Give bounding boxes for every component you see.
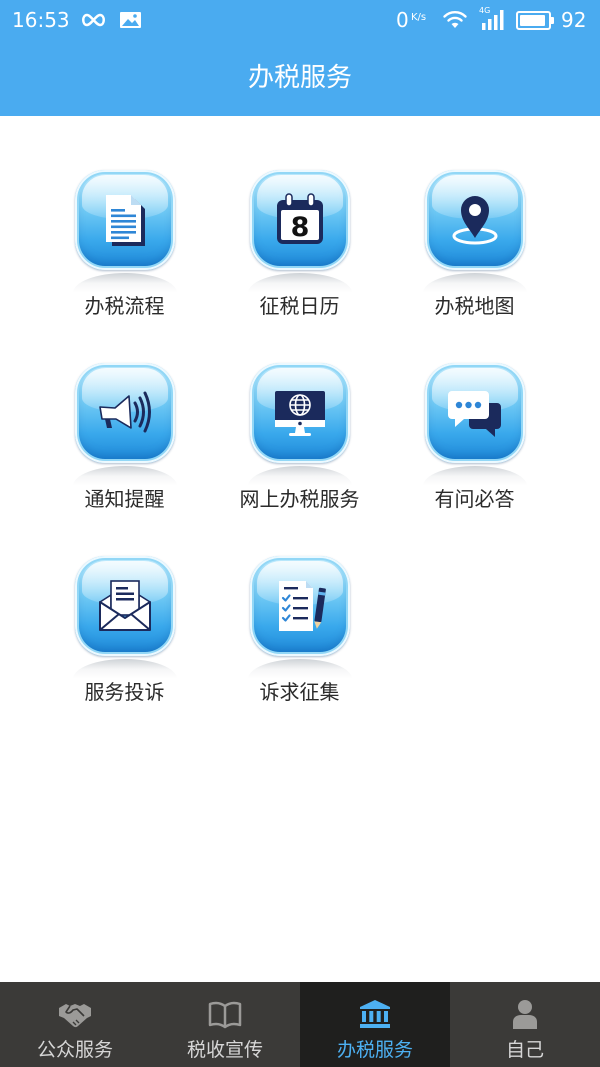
nav-tab-public-service[interactable]: 公众服务 bbox=[0, 982, 150, 1067]
service-label: 征税日历 bbox=[259, 294, 340, 318]
service-tile[interactable] bbox=[249, 556, 350, 656]
image-icon bbox=[120, 12, 141, 28]
calendar-icon: 8 bbox=[276, 193, 323, 244]
wifi-icon bbox=[443, 11, 467, 28]
bottom-nav: 公众服务 税收宣传 办税服务 自己 bbox=[0, 982, 600, 1067]
service-item-notifications[interactable]: 通知提醒 bbox=[37, 363, 212, 556]
tile-reflection bbox=[247, 273, 352, 293]
service-label: 通知提醒 bbox=[84, 487, 165, 511]
nav-tab-label: 税收宣传 bbox=[186, 1039, 263, 1061]
book-icon bbox=[208, 1001, 242, 1029]
service-tile[interactable]: 8 bbox=[249, 170, 350, 270]
infinity-icon bbox=[82, 13, 105, 27]
service-grid: 办税流程 8 征税日历 办税地图 通知提醒 网上办税服务 有问必答 服务投诉 诉… bbox=[37, 170, 562, 749]
network-speed-unit: K/s bbox=[411, 12, 427, 23]
service-label: 办税流程 bbox=[84, 294, 165, 318]
battery-fill bbox=[520, 15, 545, 26]
service-item-complaint[interactable]: 服务投诉 bbox=[37, 556, 212, 749]
nav-tab-me[interactable]: 自己 bbox=[450, 982, 600, 1067]
megaphone-icon bbox=[98, 391, 151, 433]
service-label: 网上办税服务 bbox=[239, 487, 360, 511]
tile-reflection bbox=[72, 659, 177, 679]
person-icon bbox=[513, 1000, 537, 1029]
nav-tab-label: 自己 bbox=[505, 1039, 544, 1061]
battery-icon bbox=[516, 11, 555, 30]
battery-level: 92 bbox=[561, 8, 587, 32]
tile-reflection bbox=[422, 273, 527, 293]
service-tile[interactable] bbox=[74, 170, 175, 270]
monitor-globe-icon bbox=[274, 391, 325, 436]
service-item-appeal[interactable]: 诉求征集 bbox=[212, 556, 387, 749]
battery-body bbox=[516, 11, 551, 30]
battery-cap bbox=[551, 17, 554, 24]
service-label: 办税地图 bbox=[434, 294, 515, 318]
map-pin-icon bbox=[452, 196, 497, 245]
tile-reflection bbox=[247, 659, 352, 679]
service-item-tax-calendar[interactable]: 8 征税日历 bbox=[212, 170, 387, 363]
chat-bubbles-icon bbox=[447, 391, 501, 437]
service-label: 服务投诉 bbox=[84, 680, 165, 704]
checklist-icon bbox=[278, 581, 326, 631]
service-tile[interactable] bbox=[74, 363, 175, 463]
document-icon bbox=[105, 195, 145, 246]
nav-tab-label: 公众服务 bbox=[36, 1039, 113, 1061]
app-header: 16:53 0 K/s 4G 92 办税服务 bbox=[0, 0, 600, 116]
app-screen: 16:53 0 K/s 4G 92 办税服务 办税流程 8 征税日历 办税地图 … bbox=[0, 0, 600, 1067]
tile-reflection bbox=[422, 466, 527, 486]
service-item-tax-process[interactable]: 办税流程 bbox=[37, 170, 212, 363]
network-speed: 0 bbox=[396, 8, 409, 32]
service-item-qa[interactable]: 有问必答 bbox=[387, 363, 562, 556]
service-tile[interactable] bbox=[424, 363, 525, 463]
status-time: 16:53 bbox=[12, 8, 70, 32]
network-type-label: 4G bbox=[479, 6, 491, 15]
bank-icon bbox=[360, 1000, 390, 1028]
envelope-icon bbox=[98, 580, 151, 631]
tile-reflection bbox=[247, 466, 352, 486]
page-title: 办税服务 bbox=[247, 63, 352, 93]
nav-tab-label: 办税服务 bbox=[336, 1039, 413, 1061]
service-label: 有问必答 bbox=[434, 487, 515, 511]
calendar-day-number: 8 bbox=[290, 212, 309, 243]
handshake-icon bbox=[59, 1004, 91, 1028]
status-bar: 16:53 0 K/s 4G 92 bbox=[0, 0, 600, 40]
service-item-online-tax[interactable]: 网上办税服务 bbox=[212, 363, 387, 556]
service-tile[interactable] bbox=[249, 363, 350, 463]
service-item-tax-map[interactable]: 办税地图 bbox=[387, 170, 562, 363]
tile-reflection bbox=[72, 273, 177, 293]
service-tile[interactable] bbox=[424, 170, 525, 270]
service-label: 诉求征集 bbox=[259, 680, 340, 704]
service-tile[interactable] bbox=[74, 556, 175, 656]
nav-tab-tax-promotion[interactable]: 税收宣传 bbox=[150, 982, 300, 1067]
tile-reflection bbox=[72, 466, 177, 486]
nav-tab-tax-service[interactable]: 办税服务 bbox=[300, 982, 450, 1067]
